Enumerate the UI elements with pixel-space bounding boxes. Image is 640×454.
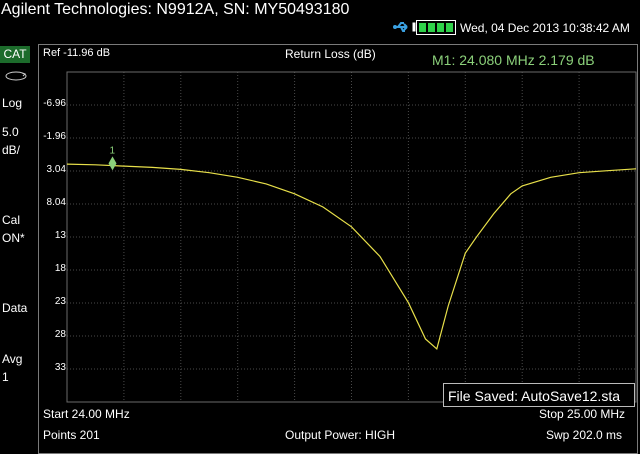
sweep-time[interactable]: Swp 202.0 ms: [546, 428, 622, 442]
points-setting[interactable]: Points 201: [43, 428, 100, 442]
marker-diamond: [108, 156, 117, 171]
y-tick-label: 18: [54, 263, 66, 274]
y-tick-label: 23: [54, 296, 66, 307]
y-tick-label: 13: [54, 230, 66, 241]
marker-label: 1: [110, 145, 116, 156]
y-tick-label: -1.96: [43, 131, 66, 142]
chart-markers: 1: [108, 145, 117, 171]
start-frequency[interactable]: Start 24.00 MHz: [43, 407, 130, 421]
y-tick-label: 33: [54, 362, 66, 373]
status-message: File Saved: AutoSave12.sta: [443, 383, 635, 407]
chart-grid: [66, 71, 637, 403]
output-power[interactable]: Output Power: HIGH: [285, 428, 395, 442]
stop-frequency[interactable]: Stop 25.00 MHz: [539, 407, 625, 421]
y-tick-label: 28: [54, 329, 66, 340]
y-tick-label: -6.96: [43, 98, 66, 109]
y-tick-label: 8.04: [46, 197, 66, 208]
y-tick-label: 3.04: [46, 164, 66, 175]
